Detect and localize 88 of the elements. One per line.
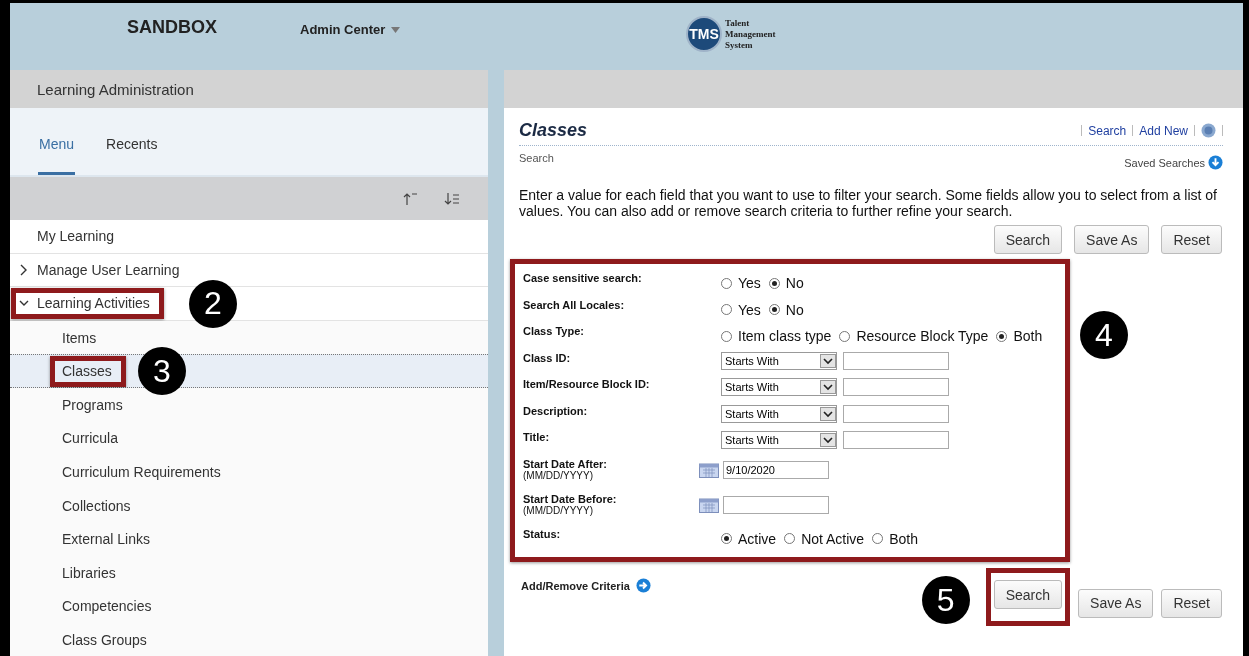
text-input[interactable] — [843, 351, 949, 370]
menu-label: Class Groups — [62, 630, 147, 650]
logo-text: System — [725, 39, 754, 51]
radio-button[interactable] — [996, 330, 1008, 342]
menu-label: Classes — [50, 355, 126, 387]
text-input[interactable] — [843, 431, 949, 449]
radio-button[interactable] — [721, 330, 732, 342]
caret-icon — [391, 26, 401, 33]
menu-item[interactable]: Manage User Learning — [10, 253, 488, 288]
operator-dropdown[interactable]: Starts With — [721, 378, 837, 396]
menu-label: Programs — [62, 395, 123, 415]
add-remove-criteria-link[interactable]: Add/Remove Criteria — [521, 579, 630, 592]
radio-label: Resource Block Type — [856, 328, 989, 344]
menu-label: Libraries — [62, 563, 116, 583]
form-button[interactable]: Reset — [1161, 225, 1222, 254]
field-label: Start Date Before: — [523, 492, 618, 505]
date-input[interactable] — [723, 495, 829, 514]
tab[interactable]: Recents — [105, 136, 159, 175]
radio-button[interactable] — [768, 277, 780, 289]
menu-item[interactable]: My Learning — [10, 220, 488, 254]
calendar-icon[interactable] — [699, 496, 719, 513]
field-label: Case sensitive search: — [523, 272, 643, 284]
saved-searches-link[interactable]: Saved Searches — [1124, 156, 1205, 169]
help-icon[interactable] — [1201, 123, 1216, 138]
down-arrow-circle-icon[interactable] — [1208, 155, 1223, 170]
radio-label: Active — [738, 530, 777, 547]
field-label: Status: — [523, 527, 562, 540]
radio-label: No — [785, 301, 804, 318]
page-title: Classes — [519, 120, 588, 141]
form-button[interactable]: Search — [993, 580, 1063, 609]
header-link[interactable]: Search — [1088, 123, 1127, 138]
radio-button[interactable] — [721, 304, 732, 315]
form-button[interactable]: Save As — [1078, 588, 1154, 618]
operator-dropdown[interactable]: Starts With — [721, 404, 837, 423]
logo-text: Management — [725, 28, 776, 40]
menu-label: Collections — [62, 496, 131, 516]
radio-label: Item class type — [738, 328, 832, 344]
menu-label: Manage User Learning — [37, 260, 180, 280]
radio-label: Not Active — [801, 530, 865, 547]
panel-title: Learning Administration — [10, 70, 488, 108]
radio-label: Both — [1013, 328, 1043, 344]
menu-label: External Links — [62, 530, 150, 550]
form-button[interactable]: Save As — [1074, 225, 1150, 254]
menu-label: Curricula — [62, 429, 118, 449]
radio-label: Both — [889, 530, 918, 547]
sort-ascending-icon[interactable] — [402, 191, 418, 206]
brand-name: SANDBOX — [127, 17, 217, 38]
menu-label: Items — [62, 328, 97, 348]
radio-label: Yes — [738, 301, 761, 318]
text-input[interactable] — [843, 378, 949, 396]
field-label: Title: — [523, 431, 551, 443]
date-format-hint: (MM/DD/YYYY) — [523, 504, 594, 516]
field-label: Class ID: — [523, 351, 572, 364]
menu-label: Curriculum Requirements — [62, 462, 221, 482]
field-label: Start Date After: — [523, 457, 608, 470]
logo-badge: TMS — [686, 16, 722, 52]
form-button[interactable]: Search — [993, 225, 1063, 254]
field-label: Search All Locales: — [523, 298, 626, 311]
radio-button[interactable] — [872, 533, 884, 544]
menu-label: Learning Activities — [11, 288, 164, 319]
header-link[interactable]: Add New — [1139, 123, 1188, 138]
form-button[interactable]: Reset — [1161, 588, 1222, 618]
field-label: Class Type: — [523, 325, 585, 337]
radio-button[interactable] — [839, 330, 851, 342]
right-arrow-circle-icon[interactable] — [635, 578, 651, 593]
admin-center-menu[interactable]: Admin Center — [300, 18, 401, 37]
radio-button[interactable] — [721, 533, 732, 544]
calendar-icon[interactable] — [699, 461, 719, 478]
radio-button[interactable] — [784, 533, 796, 544]
radio-button[interactable] — [721, 277, 732, 289]
section-label: Search — [519, 152, 554, 164]
instructions-text: Enter a value for each field that you want to use to filter your search. Some fields allow you to select from a list of values. You can also add or remove search criteria to further refine your search. — [519, 187, 1218, 219]
operator-dropdown[interactable]: Starts With — [721, 351, 837, 370]
field-label: Item/Resource Block ID: — [523, 378, 651, 390]
step-number: 4 — [1080, 311, 1128, 359]
operator-dropdown[interactable]: Starts With — [721, 431, 837, 449]
menu-label: My Learning — [37, 227, 115, 247]
sort-descending-icon[interactable] — [444, 191, 460, 206]
field-label: Description: — [523, 404, 589, 417]
menu-label: Competencies — [62, 597, 152, 617]
logo-text: Talent — [725, 17, 751, 29]
text-input[interactable] — [843, 404, 949, 423]
date-format-hint: (MM/DD/YYYY) — [523, 469, 594, 481]
radio-label: No — [785, 275, 804, 291]
step-number: 5 — [921, 576, 970, 624]
radio-button[interactable] — [768, 304, 780, 315]
radio-label: Yes — [738, 275, 761, 291]
date-input[interactable]: 9/10/2020 — [723, 460, 829, 479]
